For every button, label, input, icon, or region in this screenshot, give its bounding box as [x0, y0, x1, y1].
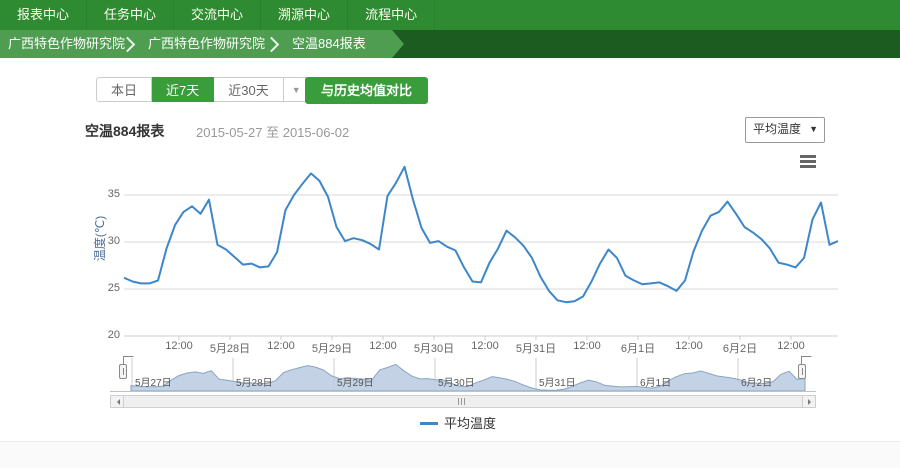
navigator-date-label: 5月29日: [337, 374, 374, 389]
breadcrumb-bar: 广西特色作物研究院广西特色作物研究院空温884报表: [0, 30, 900, 58]
navigator-date-label: 6月1日: [640, 374, 671, 389]
navigator-date-label: 5月31日: [539, 374, 576, 389]
date-range-button-group: 本日近7天近30天▼: [96, 77, 310, 104]
y-axis-tick-label: 35: [94, 188, 120, 200]
navigator-date-label: 5月30日: [438, 374, 475, 389]
range-button-1[interactable]: 近7天: [152, 77, 214, 102]
y-axis-tick-label: 25: [94, 282, 120, 294]
main-chart[interactable]: [0, 145, 900, 357]
chevron-down-icon: ▼: [809, 118, 818, 140]
nav-item-3[interactable]: 溯源中心: [261, 0, 348, 30]
top-nav-bar: 报表中心任务中心交流中心溯源中心流程中心: [0, 0, 900, 30]
x-axis-tick-label: 12:00: [759, 340, 823, 352]
metric-select-value: 平均温度: [746, 122, 801, 136]
report-date-range: 2015-05-27 至 2015-06-02: [196, 122, 349, 141]
report-title: 空温884报表: [85, 121, 164, 141]
navigator-right-handle[interactable]: [798, 364, 806, 379]
scrollbar-grip-icon[interactable]: [458, 398, 469, 405]
metric-select[interactable]: 平均温度 ▼: [745, 117, 825, 143]
legend-label: 平均温度: [444, 416, 496, 431]
breadcrumb-item-2[interactable]: 空温884报表: [292, 30, 366, 58]
nav-item-2[interactable]: 交流中心: [174, 0, 261, 30]
nav-item-1[interactable]: 任务中心: [87, 0, 174, 30]
nav-item-0[interactable]: 报表中心: [0, 0, 87, 30]
y-axis-tick-label: 30: [94, 235, 120, 247]
legend-line-icon: [420, 422, 438, 425]
scrollbar-left-arrow-icon[interactable]: [110, 395, 124, 408]
navigator-date-label: 5月27日: [135, 374, 172, 389]
range-button-2[interactable]: 近30天: [214, 77, 283, 102]
range-button-0[interactable]: 本日: [96, 77, 152, 102]
navigator-date-label: 5月28日: [236, 374, 273, 389]
navigator-date-label: 6月2日: [741, 374, 772, 389]
legend-item[interactable]: 平均温度: [420, 413, 496, 432]
breadcrumb-item-1[interactable]: 广西特色作物研究院: [148, 30, 265, 58]
navigator-left-handle[interactable]: [119, 364, 127, 379]
y-axis-tick-label: 20: [94, 329, 120, 341]
nav-item-4[interactable]: 流程中心: [348, 0, 435, 30]
temperature-line-series: [124, 167, 838, 302]
breadcrumb-item-0[interactable]: 广西特色作物研究院: [8, 30, 125, 58]
footer-strip: [0, 441, 900, 468]
compare-history-button[interactable]: 与历史均值对比: [305, 77, 428, 104]
scrollbar-right-arrow-icon[interactable]: [802, 395, 816, 408]
